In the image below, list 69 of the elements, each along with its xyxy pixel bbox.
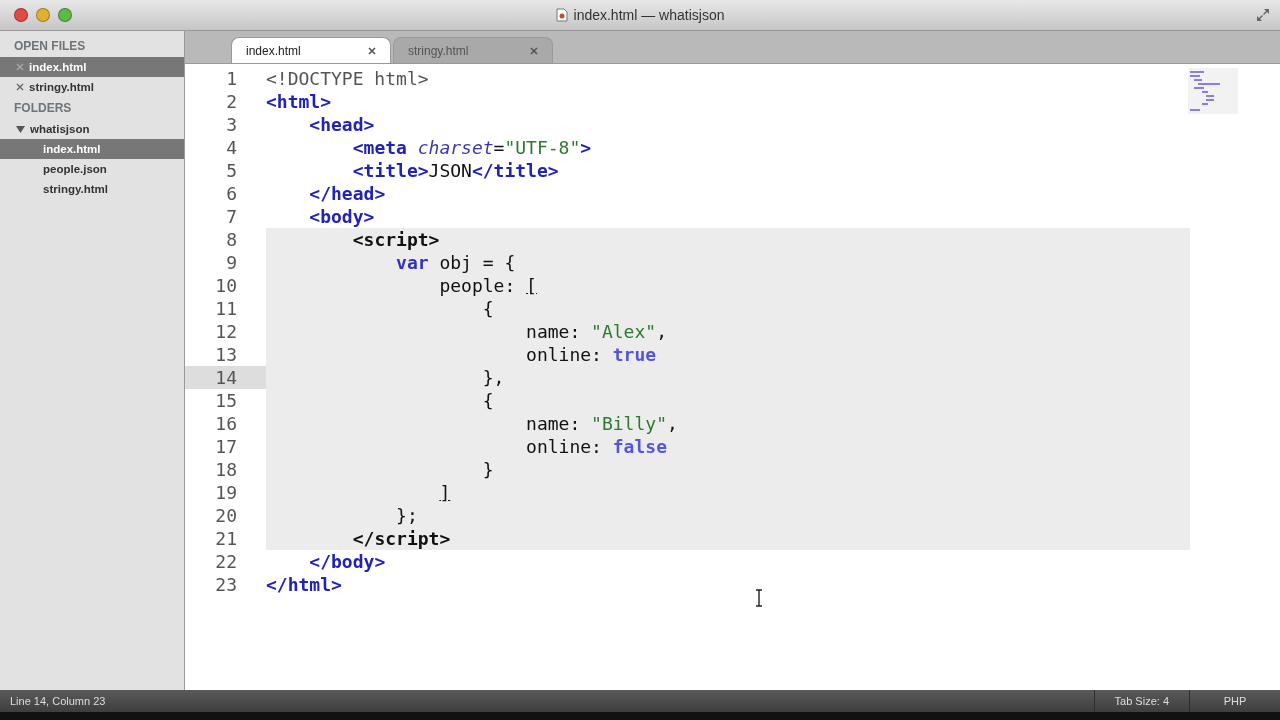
code-line: </head>	[308, 183, 386, 204]
close-icon[interactable]	[530, 46, 538, 55]
line-number: 22	[214, 550, 238, 573]
code-line: </html>	[266, 574, 342, 595]
line-number: 18	[214, 458, 238, 481]
code-line: people: [	[438, 275, 537, 296]
tab-size-button[interactable]: Tab Size: 4	[1093, 690, 1189, 712]
code-line: </script>	[351, 528, 451, 549]
section-heading: OPEN FILES	[13, 38, 87, 55]
line-number: 23	[214, 573, 238, 596]
line-number: 5	[225, 159, 238, 182]
window-title: index.html — whatisjson	[573, 7, 725, 23]
code-line: <!DOCTYPE html>	[266, 68, 429, 89]
code-line: online: true	[525, 344, 657, 365]
line-number: 19	[214, 481, 238, 504]
line-number: 2	[225, 90, 238, 113]
cursor-position: Line 14, Column 23	[9, 695, 107, 707]
line-number: 21	[214, 527, 238, 550]
folder-item[interactable]: whatisjson	[0, 119, 184, 139]
line-number: 16	[214, 412, 238, 435]
line-number: 11	[214, 297, 238, 320]
code-line: };	[395, 505, 418, 526]
line-number: 10	[214, 274, 238, 297]
code-line: <script>	[351, 229, 440, 250]
code-line: ]	[438, 482, 451, 503]
code-line: {	[481, 298, 494, 319]
line-number: 12	[214, 320, 238, 343]
document-icon	[555, 8, 568, 22]
section-heading: FOLDERS	[13, 100, 73, 117]
line-number: 7	[225, 205, 238, 228]
line-number: 8	[225, 228, 238, 251]
line-number: 17	[214, 435, 238, 458]
code-line: <head>	[308, 114, 375, 135]
code-line: name: "Billy",	[525, 413, 678, 434]
line-number: 6	[225, 182, 238, 205]
code-line: name: "Alex",	[525, 321, 667, 342]
close-icon[interactable]	[368, 46, 376, 55]
file-tab[interactable]: index.html	[231, 37, 391, 63]
line-number: 1	[225, 67, 238, 90]
file-item[interactable]: index.html	[0, 139, 184, 159]
line-number: 9	[225, 251, 238, 274]
file-item[interactable]: stringy.html	[0, 179, 184, 199]
syntax-button[interactable]: PHP	[1189, 690, 1280, 712]
line-number: 3	[225, 113, 238, 136]
text-cursor-icon	[755, 589, 763, 607]
minimap-drawing[interactable]	[1188, 68, 1238, 114]
line-number: 20	[214, 504, 238, 527]
code-line: <title>JSON</title>	[351, 160, 559, 181]
code-line: <body>	[308, 206, 375, 227]
open-file-item[interactable]: stringy.html	[0, 77, 184, 97]
code-line: }	[481, 459, 494, 480]
code-line: {	[481, 390, 494, 411]
open-file-item[interactable]: index.html	[0, 57, 184, 77]
close-icon[interactable]	[16, 83, 24, 91]
zoom-icon[interactable]	[58, 8, 72, 22]
code-line: var obj = {	[395, 252, 516, 273]
line-number: 13	[214, 343, 238, 366]
code-line: <meta charset="UTF-8">	[351, 137, 592, 158]
file-item[interactable]: people.json	[0, 159, 184, 179]
line-number: 4	[225, 136, 238, 159]
code-line: },	[481, 367, 505, 388]
line-number: 14	[185, 366, 266, 389]
line-number: 15	[214, 389, 238, 412]
code-line: </body>	[308, 551, 386, 572]
disclosure-triangle-icon[interactable]	[16, 124, 25, 134]
fullscreen-icon[interactable]	[1256, 8, 1270, 22]
minimize-icon[interactable]	[36, 8, 50, 22]
code-line: <html>	[266, 91, 332, 112]
code-line: online: false	[525, 436, 667, 457]
